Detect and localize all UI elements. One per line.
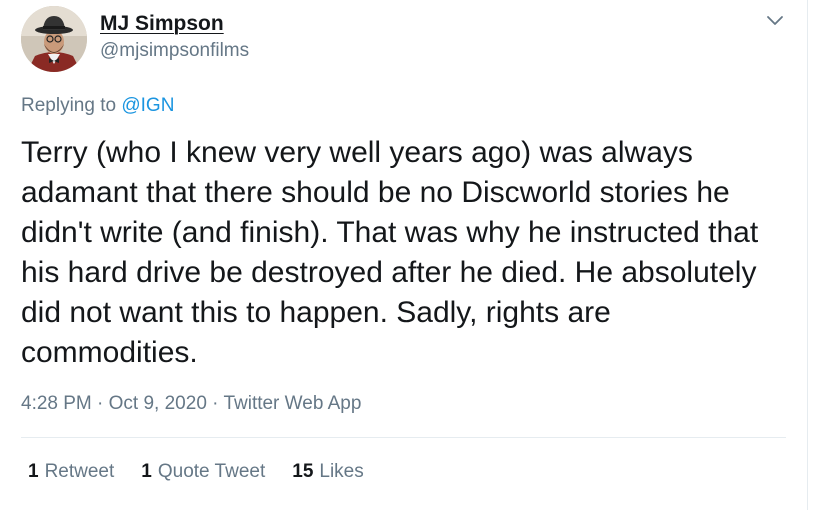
likes-count: 15 bbox=[292, 461, 314, 482]
quote-tweets-count: 1 bbox=[141, 461, 152, 482]
reply-mention-link[interactable]: @IGN bbox=[121, 95, 174, 116]
divider bbox=[21, 437, 786, 438]
replying-to-label: Replying to bbox=[21, 95, 122, 116]
replying-to: Replying to @IGN bbox=[21, 95, 174, 117]
tweet-time[interactable]: 4:28 PM bbox=[21, 393, 92, 414]
retweets-stat[interactable]: 1 Retweet bbox=[28, 461, 114, 483]
tweet-date[interactable]: Oct 9, 2020 bbox=[109, 393, 207, 414]
right-border bbox=[807, 0, 808, 510]
retweets-count: 1 bbox=[28, 461, 39, 482]
retweets-label: Retweet bbox=[44, 461, 115, 482]
tweet-meta: 4:28 PM · Oct 9, 2020 · Twitter Web App bbox=[21, 393, 361, 415]
quote-tweets-label: Quote Tweet bbox=[157, 461, 266, 482]
avatar[interactable] bbox=[21, 6, 87, 72]
avatar-image bbox=[21, 6, 87, 72]
meta-separator: · bbox=[212, 393, 219, 414]
user-handle[interactable]: @mjsimpsonfilms bbox=[100, 40, 249, 62]
chevron-down-icon[interactable] bbox=[765, 14, 785, 28]
tweet-stats: 1 Retweet 1 Quote Tweet 15 Likes bbox=[28, 461, 364, 483]
quote-tweets-stat[interactable]: 1 Quote Tweet bbox=[141, 461, 265, 483]
tweet-text: Terry (who I knew very well years ago) w… bbox=[21, 136, 759, 369]
likes-label: Likes bbox=[319, 461, 364, 482]
likes-stat[interactable]: 15 Likes bbox=[292, 461, 364, 483]
tweet-source[interactable]: Twitter Web App bbox=[223, 393, 361, 414]
display-name[interactable]: MJ Simpson bbox=[100, 12, 224, 36]
meta-separator: · bbox=[97, 393, 104, 414]
